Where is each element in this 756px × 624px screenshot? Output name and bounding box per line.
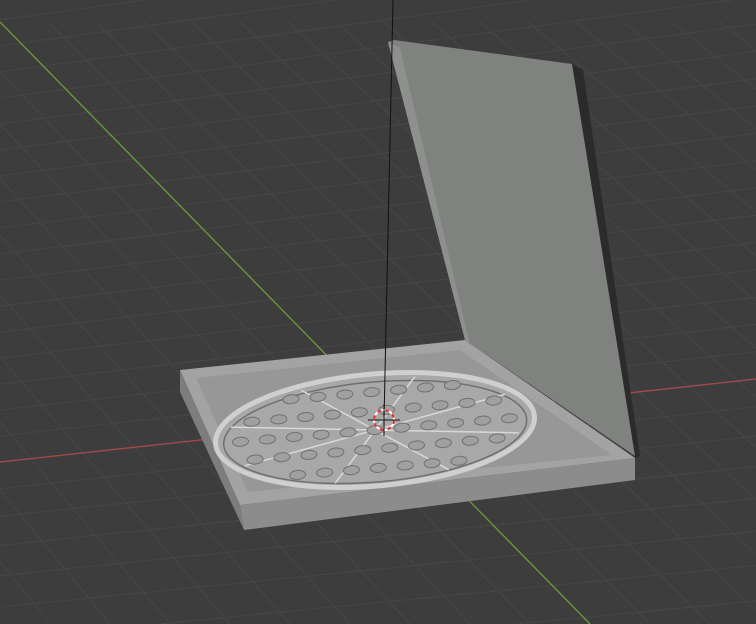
grid-line — [623, 21, 756, 129]
grid-line — [515, 600, 756, 624]
grid-line — [0, 530, 756, 608]
grid-line — [0, 105, 756, 203]
grid-line — [671, 21, 756, 90]
3d-viewport[interactable] — [0, 0, 756, 624]
grid-line — [575, 21, 756, 171]
grid-line — [0, 0, 336, 47]
floor-grid — [0, 0, 756, 624]
grid-line — [0, 78, 756, 177]
grid-line — [0, 187, 756, 281]
grid-line — [0, 50, 756, 151]
grid-line — [0, 160, 756, 255]
grid-line — [0, 132, 756, 229]
grid-line — [0, 242, 756, 333]
grid-line — [0, 0, 144, 21]
grid-line — [0, 214, 756, 307]
grid-line — [159, 564, 756, 624]
viewport-scene[interactable] — [0, 0, 756, 624]
